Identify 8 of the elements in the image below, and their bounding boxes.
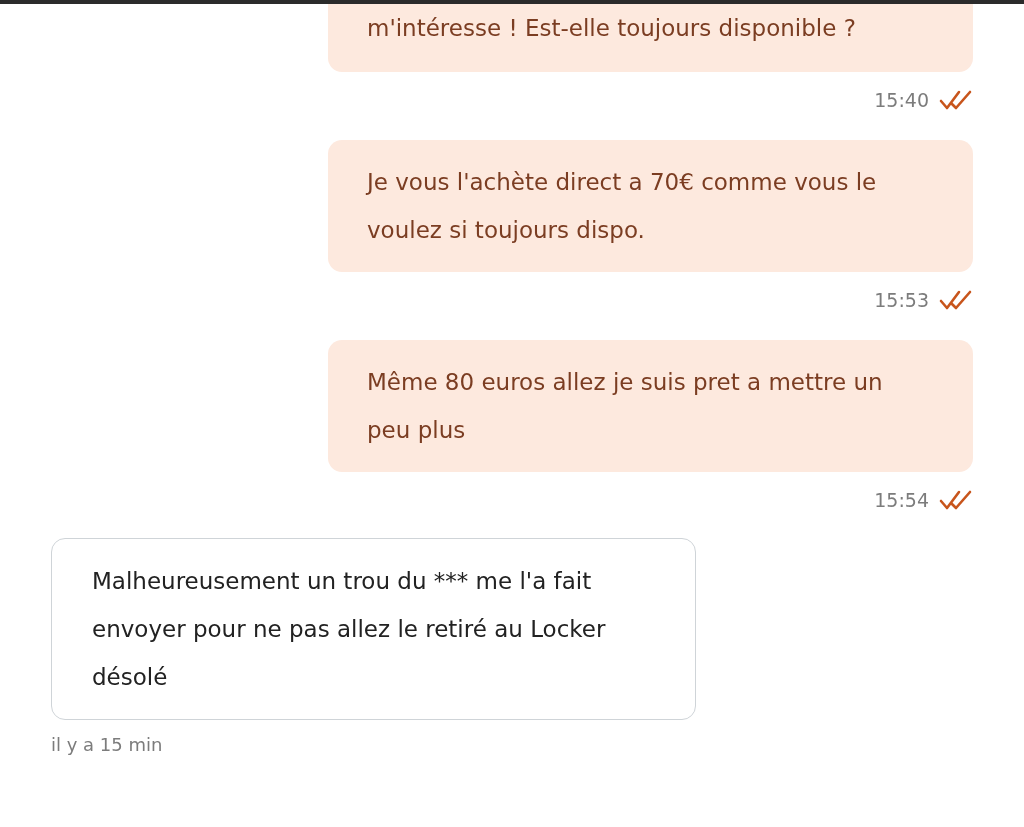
received-message: Malheureusement un trou du *** me l'a fait envoyer pour ne pas allez le retiré au Locker désolé (51, 538, 696, 720)
message-time: 15:40 (874, 87, 929, 113)
sent-message: Même 80 euros allez je suis pret a mettre un peu plus (328, 340, 973, 472)
message-time: 15:54 (874, 487, 929, 513)
message-time: 15:53 (874, 287, 929, 313)
message-time: il y a 15 min (51, 734, 164, 756)
sent-message: Je vous l'achète direct a 70€ comme vous le voulez si toujours dispo. (328, 140, 973, 272)
sent-message: m'intéresse ! Est-elle toujours disponible ? (328, 4, 973, 72)
